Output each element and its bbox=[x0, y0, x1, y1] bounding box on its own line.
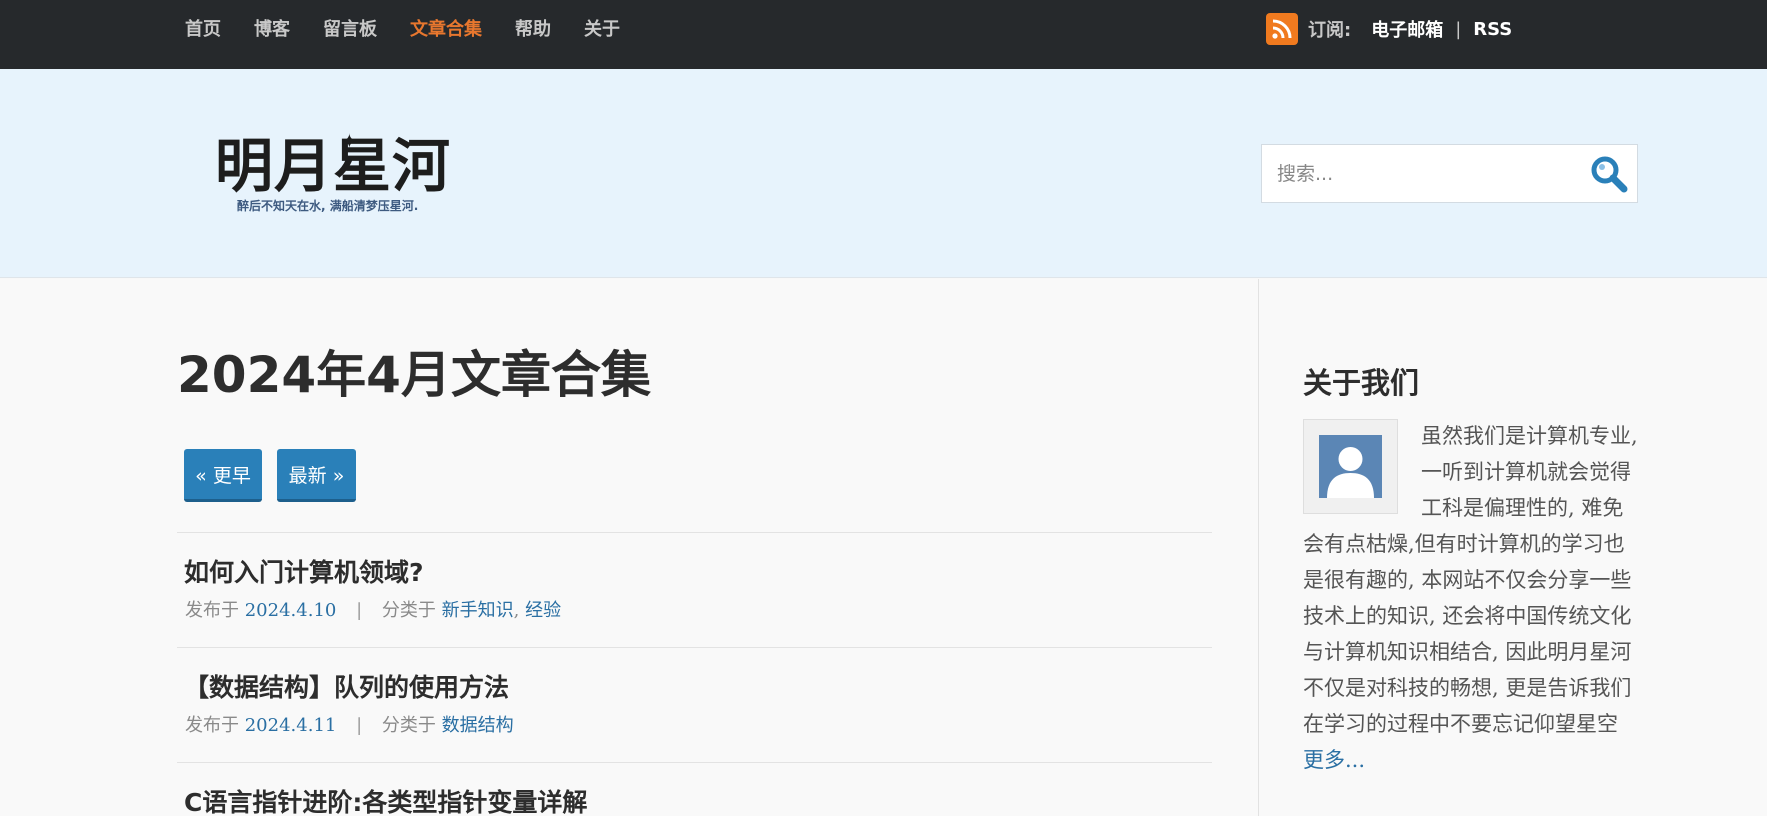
post-divider bbox=[177, 532, 1212, 533]
main-nav: 首页 博客 留言板 文章合集 帮助 关于 bbox=[185, 0, 653, 60]
about-us-text: 虽然我们是计算机专业, 一听到计算机就会觉得工科是偏理性的, 难免会有点枯燥,但… bbox=[1303, 418, 1643, 778]
post-meta-1: 发布于 2024.4.10 | 分类于 新手知识, 经验 bbox=[185, 600, 562, 621]
site-header: 明月星河 ✦ 醉后不知天在水, 满船清梦压星河. bbox=[0, 69, 1767, 278]
post-date-link[interactable]: 2024.4.10 bbox=[245, 600, 337, 621]
top-navigation-bar: 首页 博客 留言板 文章合集 帮助 关于 订阅: 电子邮箱 | RSS bbox=[0, 0, 1767, 69]
rss-subscribe-link[interactable]: RSS bbox=[1473, 19, 1512, 40]
nav-item-help[interactable]: 帮助 bbox=[515, 0, 551, 60]
subscribe-label: 订阅: bbox=[1308, 20, 1352, 41]
search-input[interactable] bbox=[1262, 145, 1582, 202]
search-box bbox=[1261, 144, 1638, 203]
post-title-3[interactable]: C语言指针进阶:各类型指针变量详解 bbox=[184, 783, 587, 816]
category-label: 分类于 bbox=[381, 715, 436, 736]
meta-separator: | bbox=[356, 600, 363, 621]
about-us-heading: 关于我们 bbox=[1303, 366, 1420, 400]
nav-item-home[interactable]: 首页 bbox=[185, 0, 221, 60]
rss-icon[interactable] bbox=[1266, 13, 1298, 45]
category-label: 分类于 bbox=[381, 600, 436, 621]
meta-separator: | bbox=[356, 715, 363, 736]
post-date-link[interactable]: 2024.4.11 bbox=[245, 715, 337, 736]
nav-item-blog[interactable]: 博客 bbox=[254, 0, 290, 60]
post-title-1[interactable]: 如何入门计算机领域? bbox=[184, 553, 424, 589]
category-link[interactable]: 数据结构 bbox=[442, 715, 514, 736]
nav-item-guestbook[interactable]: 留言板 bbox=[323, 0, 377, 60]
newer-posts-button[interactable]: 最新 » bbox=[277, 449, 356, 502]
nav-item-article-collection[interactable]: 文章合集 bbox=[410, 0, 482, 60]
category-link[interactable]: 经验 bbox=[525, 600, 561, 621]
subscribe-separator: | bbox=[1455, 18, 1462, 40]
about-more-link[interactable]: 更多... bbox=[1303, 748, 1365, 772]
search-icon[interactable] bbox=[1588, 153, 1630, 195]
post-divider bbox=[177, 647, 1212, 648]
site-logo[interactable]: 明月星河 ✦ 醉后不知天在水, 满船清梦压星河. bbox=[215, 129, 452, 214]
category-link[interactable]: 新手知识 bbox=[442, 600, 514, 621]
post-title-2[interactable]: 【数据结构】队列的使用方法 bbox=[184, 668, 509, 704]
older-posts-button[interactable]: « 更早 bbox=[184, 449, 262, 502]
published-label: 发布于 bbox=[185, 715, 239, 736]
page-title: 2024年4月文章合集 bbox=[177, 346, 651, 404]
logo-sparkle-icon: ✦ bbox=[341, 129, 358, 153]
subscribe-area: 订阅: 电子邮箱 | RSS bbox=[1266, 12, 1512, 46]
nav-item-about[interactable]: 关于 bbox=[584, 0, 620, 60]
logo-title: 明月星河 bbox=[215, 132, 452, 200]
email-subscribe-link[interactable]: 电子邮箱 bbox=[1371, 16, 1443, 42]
published-label: 发布于 bbox=[185, 600, 239, 621]
post-divider bbox=[177, 762, 1212, 763]
post-meta-2: 发布于 2024.4.11 | 分类于 数据结构 bbox=[185, 711, 514, 737]
